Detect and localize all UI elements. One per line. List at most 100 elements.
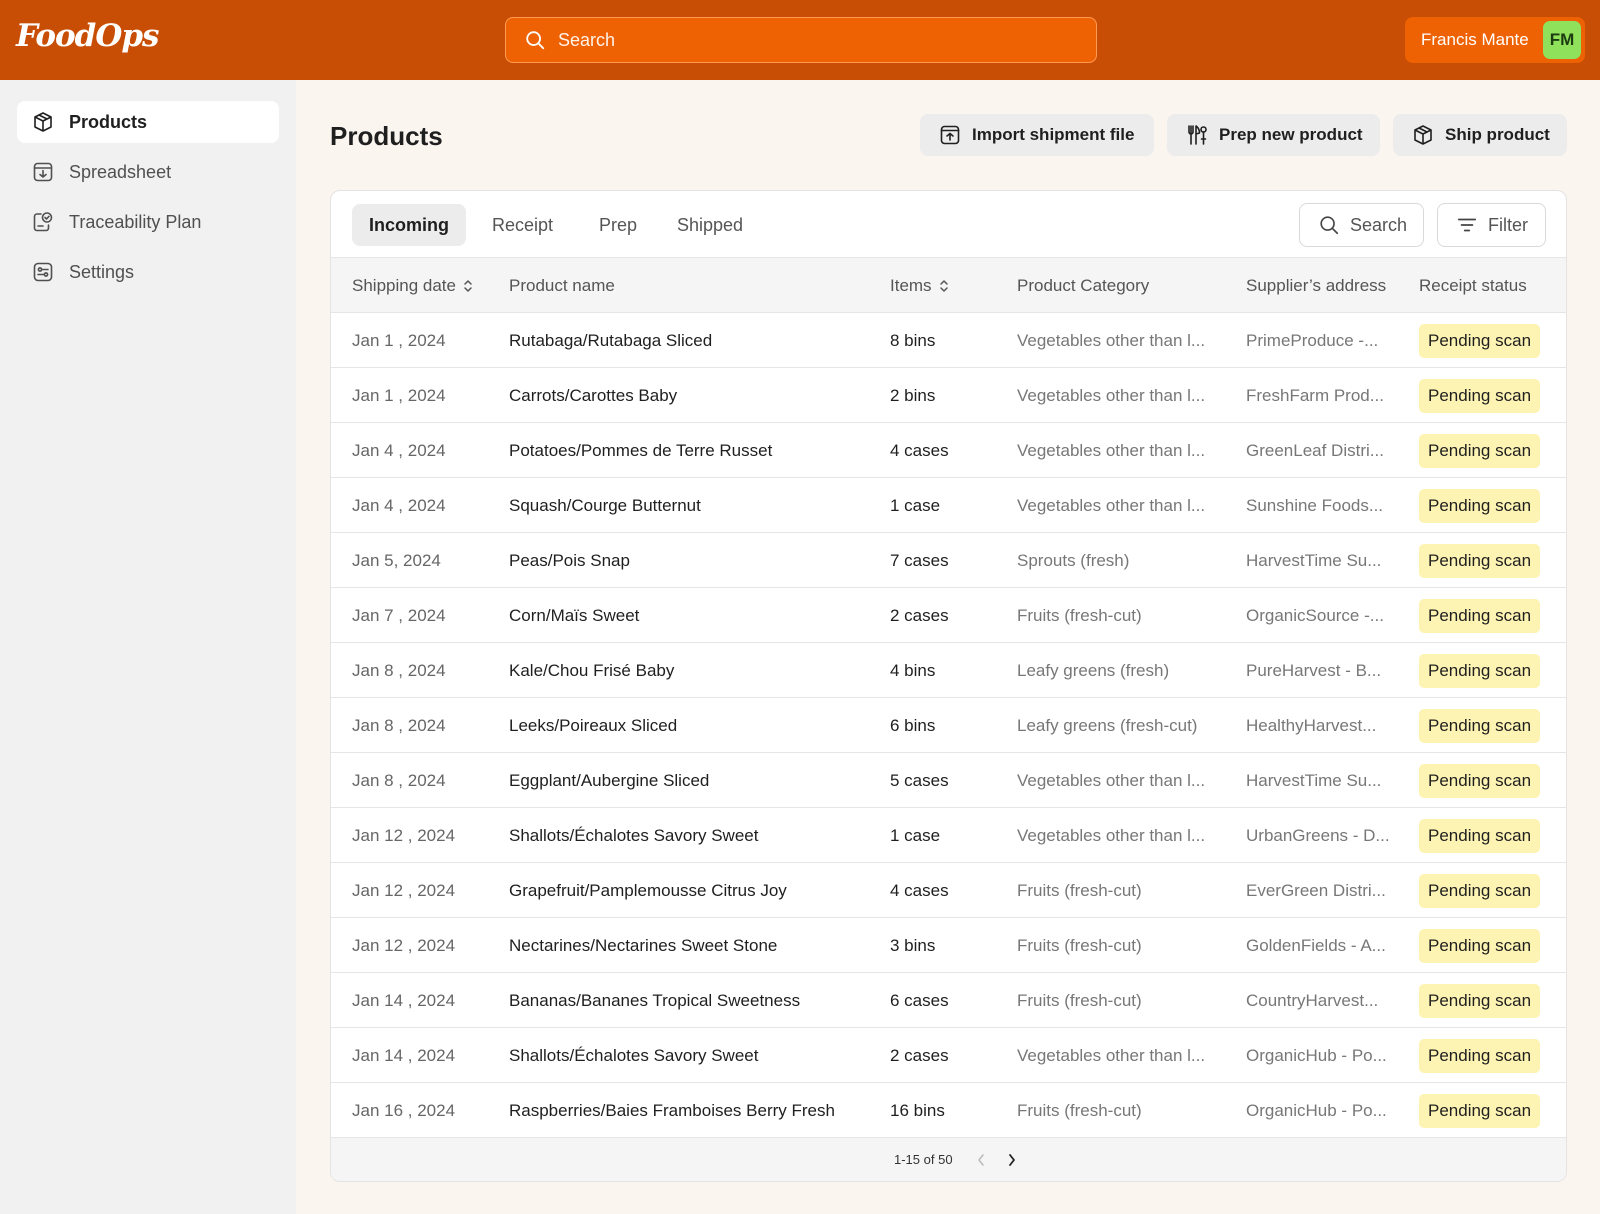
table-row[interactable]: Jan 14 , 2024 Bananas/Bananes Tropical Sw… [331, 973, 1566, 1028]
tab-receipt[interactable]: Receipt [475, 204, 570, 246]
table-row[interactable]: Jan 4 , 2024 Squash/Courge Butternut 1 cas… [331, 478, 1566, 533]
shipping-date-cell: Jan 7 , 2024 [352, 605, 446, 625]
box-icon [34, 112, 52, 132]
supplier-address-cell: CountryHarvest... [1246, 990, 1379, 1010]
product-name-cell: Shallots/Échalotes Savory Sweet [509, 825, 759, 845]
product-category-cell: Vegetables other than l... [1017, 770, 1206, 790]
import-shipment-file-button[interactable]: Import shipment file [920, 114, 1154, 156]
product-name-cell: Carrots/Carottes Baby [509, 385, 678, 405]
sidebar-item-label: Traceability Plan [69, 211, 202, 232]
supplier-address-cell: EverGreen Distri... [1246, 880, 1386, 900]
items-cell: 6 bins [890, 715, 936, 735]
receipt-status-cell: Pending scan [1419, 533, 1559, 588]
search-icon [526, 31, 545, 50]
table-row[interactable]: Jan 8 , 2024 Kale/Chou Frisé Baby 4 bins Le… [331, 643, 1566, 698]
shipping-date-cell: Jan 8 , 2024 [352, 715, 446, 735]
table-row[interactable]: Jan 12 , 2024 Nectarines/Nectarines Sweet… [331, 918, 1566, 973]
chevron-right-icon [1009, 1154, 1015, 1166]
product-category-cell: Leafy greens (fresh-cut) [1017, 715, 1198, 735]
filter-label: Filter [1488, 214, 1528, 235]
product-name-cell: Grapefruit/Pamplemousse Citrus Joy [509, 880, 787, 900]
supplier-address-cell: GreenLeaf Distri... [1246, 440, 1384, 460]
sliders-icon [33, 262, 53, 282]
table-row[interactable]: Jan 12 , 2024 Shallots/Échalotes Savory S… [331, 808, 1566, 863]
receipt-status-cell: Pending scan [1419, 643, 1559, 698]
status-badge: Pending scan [1419, 653, 1541, 688]
items-cell: 16 bins [890, 1100, 945, 1120]
shipping-date-cell: Jan 4 , 2024 [352, 440, 446, 460]
verified-doc-icon [33, 212, 53, 232]
supplier-address-cell: FreshFarm Prod... [1246, 385, 1384, 405]
sidebar-item-spreadsheet[interactable]: Spreadsheet [17, 151, 279, 193]
shipping-date-cell: Jan 8 , 2024 [352, 770, 446, 790]
supplier-address-cell: HarvestTime Su... [1246, 770, 1382, 790]
table-row[interactable]: Jan 14 , 2024 Shallots/Échalotes Savory S… [331, 1028, 1566, 1083]
product-category-cell: Vegetables other than l... [1017, 385, 1206, 405]
avatar: FM [1543, 21, 1581, 59]
tab-incoming[interactable]: Incoming [352, 204, 466, 246]
column-items[interactable]: Items [890, 258, 950, 313]
items-cell: 2 cases [890, 1045, 949, 1065]
receipt-status-cell: Pending scan [1419, 753, 1559, 808]
supplier-address-cell: OrganicSource -... [1246, 605, 1384, 625]
shipping-date-cell: Jan 16 , 2024 [352, 1100, 456, 1120]
table-row[interactable]: Jan 7 , 2024 Corn/Maïs Sweet 2 cases Fruits… [331, 588, 1566, 643]
chevron-left-icon [978, 1154, 984, 1166]
table-row[interactable]: Jan 4 , 2024 Potatoes/Pommes de Terre Rus… [331, 423, 1566, 478]
top-bar: FoodOps Search Francis Mante FM [0, 0, 1600, 80]
action-label: Ship product [1445, 125, 1550, 144]
ship-product-button[interactable]: Ship product [1393, 114, 1567, 156]
table-row[interactable]: Jan 8 , 2024 Eggplant/Aubergine Sliced 5 c… [331, 753, 1566, 808]
previous-page-button[interactable] [971, 1150, 991, 1170]
sidebar-item-traceability-plan[interactable]: Traceability Plan [17, 201, 279, 243]
action-label: Prep new product [1219, 125, 1363, 144]
column-label: Shipping date [352, 275, 456, 295]
table-row[interactable]: Jan 16 , 2024 Raspberries/Baies Framboise… [331, 1083, 1566, 1138]
status-badge: Pending scan [1419, 983, 1541, 1018]
product-name-cell: Eggplant/Aubergine Sliced [509, 770, 710, 790]
tab-shipped[interactable]: Shipped [660, 204, 760, 246]
table-row[interactable]: Jan 1 , 2024 Carrots/Carottes Baby 2 bins V… [331, 368, 1566, 423]
product-name-cell: Shallots/Échalotes Savory Sweet [509, 1045, 759, 1065]
product-category-cell: Fruits (fresh-cut) [1017, 1100, 1142, 1120]
global-search-input[interactable]: Search [505, 17, 1097, 63]
column-shipping-date[interactable]: Shipping date [352, 258, 474, 313]
shipping-date-cell: Jan 14 , 2024 [352, 1045, 456, 1065]
table-search-button[interactable]: Search [1299, 203, 1424, 247]
shipping-date-cell: Jan 5, 2024 [352, 550, 441, 570]
receipt-status-cell: Pending scan [1419, 423, 1559, 478]
table-row[interactable]: Jan 1 , 2024 Rutabaga/Rutabaga Sliced 8 bi… [331, 313, 1566, 368]
column-product-category: Product Category [1017, 275, 1150, 295]
receipt-status-cell: Pending scan [1419, 1083, 1559, 1138]
next-page-button[interactable] [1002, 1150, 1022, 1170]
table-row[interactable]: Jan 8 , 2024 Leeks/Poireaux Sliced 6 bins L… [331, 698, 1566, 753]
sidebar-item-settings[interactable]: Settings [17, 251, 279, 293]
sort-icon [464, 279, 472, 292]
receipt-status-cell: Pending scan [1419, 863, 1559, 918]
column-label: Items [890, 275, 932, 295]
app-logo[interactable]: FoodOps [16, 18, 159, 54]
user-menu[interactable]: Francis Mante FM [1405, 17, 1585, 63]
table-row[interactable]: Jan 12 , 2024 Grapefruit/Pamplemousse Cit… [331, 863, 1566, 918]
prep-new-product-button[interactable]: Prep new product [1167, 114, 1380, 156]
sidebar-item-label: Spreadsheet [69, 161, 172, 182]
sidebar: Products Spreadsheet Traceability Plan S… [0, 80, 296, 1214]
receipt-status-cell: Pending scan [1419, 588, 1559, 643]
receipt-status-cell: Pending scan [1419, 313, 1559, 368]
supplier-address-cell: HealthyHarvest... [1246, 715, 1377, 735]
receipt-status-cell: Pending scan [1419, 368, 1559, 423]
sidebar-item-label: Settings [69, 261, 135, 282]
tab-prep[interactable]: Prep [582, 204, 654, 246]
product-name-cell: Peas/Pois Snap [509, 550, 630, 570]
supplier-address-cell: PrimeProduce -... [1246, 330, 1379, 350]
product-category-cell: Fruits (fresh-cut) [1017, 880, 1142, 900]
product-category-cell: Vegetables other than l... [1017, 1045, 1206, 1065]
product-category-cell: Vegetables other than l... [1017, 495, 1206, 515]
tabs-row: Incoming Receipt Prep Shipped Search Fil… [331, 191, 1566, 258]
table-row[interactable]: Jan 5, 2024 Peas/Pois Snap 7 cases Sprouts … [331, 533, 1566, 588]
receipt-status-cell: Pending scan [1419, 808, 1559, 863]
items-cell: 4 cases [890, 880, 949, 900]
filter-button[interactable]: Filter [1437, 203, 1546, 247]
product-name-cell: Bananas/Bananes Tropical Sweetness [509, 990, 801, 1010]
sidebar-item-products[interactable]: Products [17, 101, 279, 143]
